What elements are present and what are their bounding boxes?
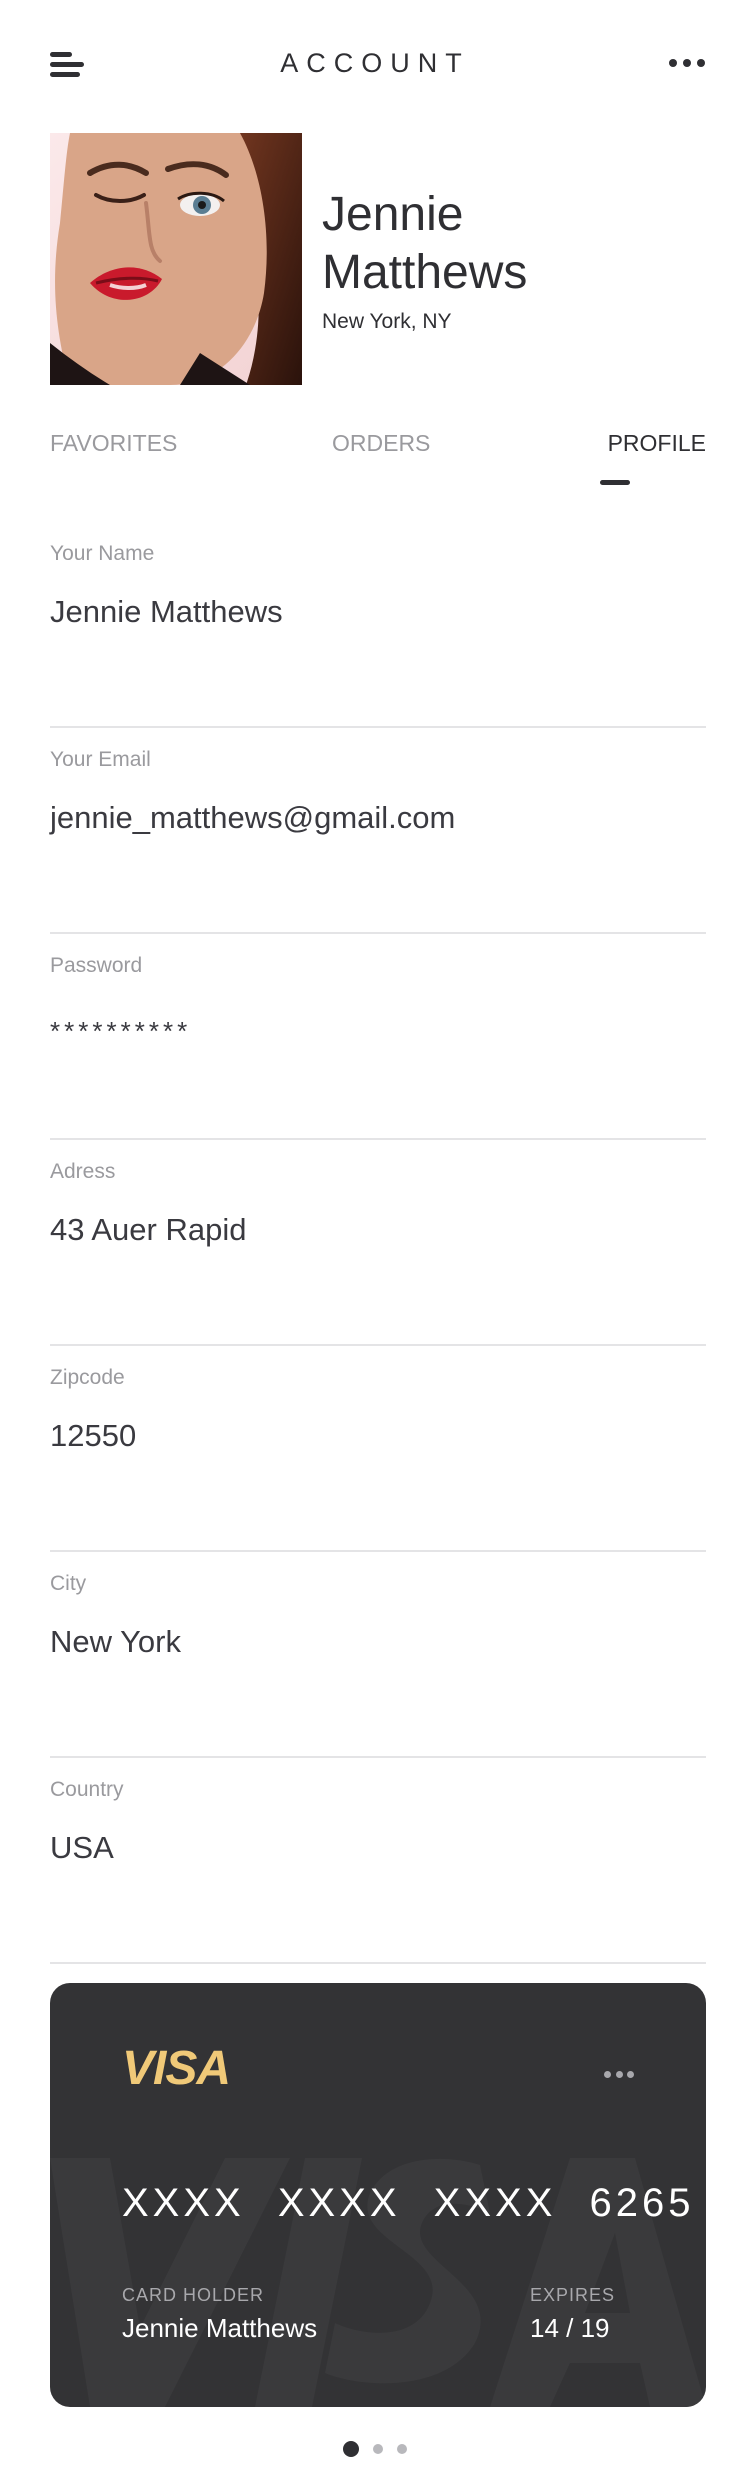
password-field-label: Password xyxy=(50,954,143,977)
zipcode-field: Zipcode 12550 xyxy=(50,1346,706,1552)
password-input[interactable]: ********** xyxy=(50,1016,706,1047)
card-holder-name: Jennie Matthews xyxy=(122,2313,318,2343)
card-number: XXXX XXXX XXXX 6265 xyxy=(122,2181,695,2225)
name-field: Your Name Jennie Matthews xyxy=(50,522,706,728)
card-options-icon[interactable] xyxy=(604,2071,634,2079)
user-location: New York, NY xyxy=(322,310,452,333)
address-input[interactable]: 43 Auer Rapid xyxy=(50,1212,706,1248)
city-input[interactable]: New York xyxy=(50,1624,706,1660)
tab-favorites[interactable]: FAVORITES xyxy=(50,430,177,457)
avatar-portrait-image xyxy=(50,133,302,385)
card-expires-value: 14 / 19 xyxy=(530,2313,610,2343)
card-expires-label: EXPIRES xyxy=(530,2285,616,2305)
payment-card[interactable]: VISA XXXX XXXX XXXX 6265 CARD HOLDER Jen… xyxy=(50,1983,706,2407)
user-first-name: Jennie xyxy=(322,188,464,241)
app-header: ACCOUNT xyxy=(0,0,750,130)
tab-orders[interactable]: ORDERS xyxy=(332,430,430,457)
email-field-label: Your Email xyxy=(50,748,151,771)
zipcode-field-label: Zipcode xyxy=(50,1366,125,1389)
tab-profile[interactable]: PROFILE xyxy=(608,430,706,457)
country-field: Country USA xyxy=(50,1758,706,1964)
more-options-icon[interactable] xyxy=(669,55,705,71)
pagination-dot-1[interactable] xyxy=(343,2441,359,2457)
avatar xyxy=(50,133,302,385)
country-field-label: Country xyxy=(50,1778,124,1801)
city-field-label: City xyxy=(50,1572,87,1595)
visa-logo-icon: VISA xyxy=(122,2042,231,2091)
account-tabs: FAVORITES ORDERS PROFILE xyxy=(50,430,706,490)
card-pagination xyxy=(0,2441,750,2457)
pagination-dot-2[interactable] xyxy=(373,2444,383,2454)
page-title: ACCOUNT xyxy=(280,48,470,78)
pagination-dot-3[interactable] xyxy=(397,2444,407,2454)
user-name: Jennie Matthews xyxy=(322,186,722,302)
address-field: Adress 43 Auer Rapid xyxy=(50,1140,706,1346)
name-input[interactable]: Jennie Matthews xyxy=(50,594,706,630)
name-field-label: Your Name xyxy=(50,542,155,565)
city-field: City New York xyxy=(50,1552,706,1758)
card-holder-label: CARD HOLDER xyxy=(122,2285,265,2305)
address-field-label: Adress xyxy=(50,1160,116,1183)
svg-text:VISA: VISA xyxy=(122,2042,230,2091)
email-input[interactable]: jennie_matthews@gmail.com xyxy=(50,800,706,836)
active-tab-indicator xyxy=(600,480,630,485)
password-field: Password ********** xyxy=(50,934,706,1140)
user-last-name: Matthews xyxy=(322,246,528,299)
zipcode-input[interactable]: 12550 xyxy=(50,1418,706,1454)
email-field: Your Email jennie_matthews@gmail.com xyxy=(50,728,706,934)
country-input[interactable]: USA xyxy=(50,1830,706,1866)
